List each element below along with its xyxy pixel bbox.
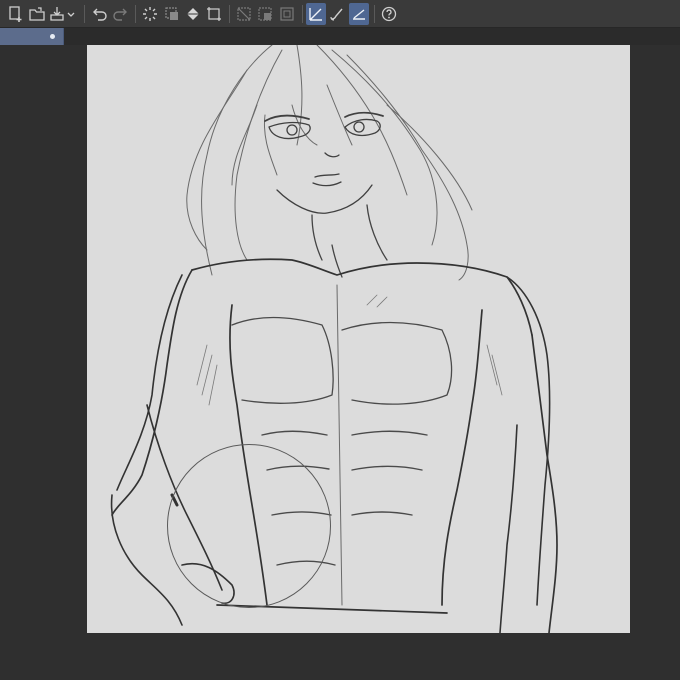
deselect-icon <box>237 7 251 21</box>
brush-snap-icon <box>330 8 343 21</box>
fill-button[interactable] <box>183 3 203 25</box>
transform-icon <box>207 7 221 21</box>
drawing-canvas[interactable] <box>87 45 630 633</box>
snap-ruler-button[interactable] <box>306 3 326 25</box>
invert-selection-icon <box>258 7 272 21</box>
transform-button[interactable] <box>204 3 224 25</box>
open-folder-icon <box>29 7 45 21</box>
redo-icon <box>113 8 127 21</box>
canvas-workspace[interactable] <box>0 45 680 680</box>
sketch-artwork <box>110 45 558 633</box>
redo-button[interactable] <box>111 3 131 25</box>
snap-special-ruler-button[interactable] <box>349 3 369 25</box>
separator <box>302 5 303 23</box>
new-canvas-icon <box>9 6 22 22</box>
spinner-button[interactable] <box>140 3 160 25</box>
document-tab[interactable] <box>0 28 64 45</box>
invert-selection-button[interactable] <box>255 3 275 25</box>
document-tab-strip <box>0 28 680 45</box>
deselect-button[interactable] <box>234 3 254 25</box>
save-options-dropdown[interactable] <box>65 3 77 25</box>
chevron-down-icon <box>67 12 75 17</box>
loading-spinner-icon <box>143 7 157 21</box>
separator <box>374 5 375 23</box>
new-canvas-button[interactable] <box>6 3 26 25</box>
undo-button[interactable] <box>89 3 109 25</box>
save-button[interactable] <box>47 3 67 25</box>
brush-snap-button[interactable] <box>327 3 347 25</box>
command-bar <box>0 0 680 28</box>
unsaved-indicator-icon <box>50 34 55 39</box>
show-selection-button[interactable] <box>277 3 297 25</box>
help-button[interactable] <box>379 3 399 25</box>
open-button[interactable] <box>27 3 47 25</box>
clear-layer-icon <box>165 7 178 20</box>
snap-special-ruler-icon <box>353 9 365 20</box>
separator <box>229 5 230 23</box>
separator <box>135 5 136 23</box>
show-selection-icon <box>280 7 294 21</box>
snap-ruler-icon <box>309 8 322 21</box>
clear-layer-button[interactable] <box>162 3 182 25</box>
help-icon <box>381 6 397 22</box>
separator <box>84 5 85 23</box>
fill-bucket-icon <box>187 8 199 20</box>
save-icon <box>50 7 64 21</box>
undo-icon <box>93 8 107 21</box>
